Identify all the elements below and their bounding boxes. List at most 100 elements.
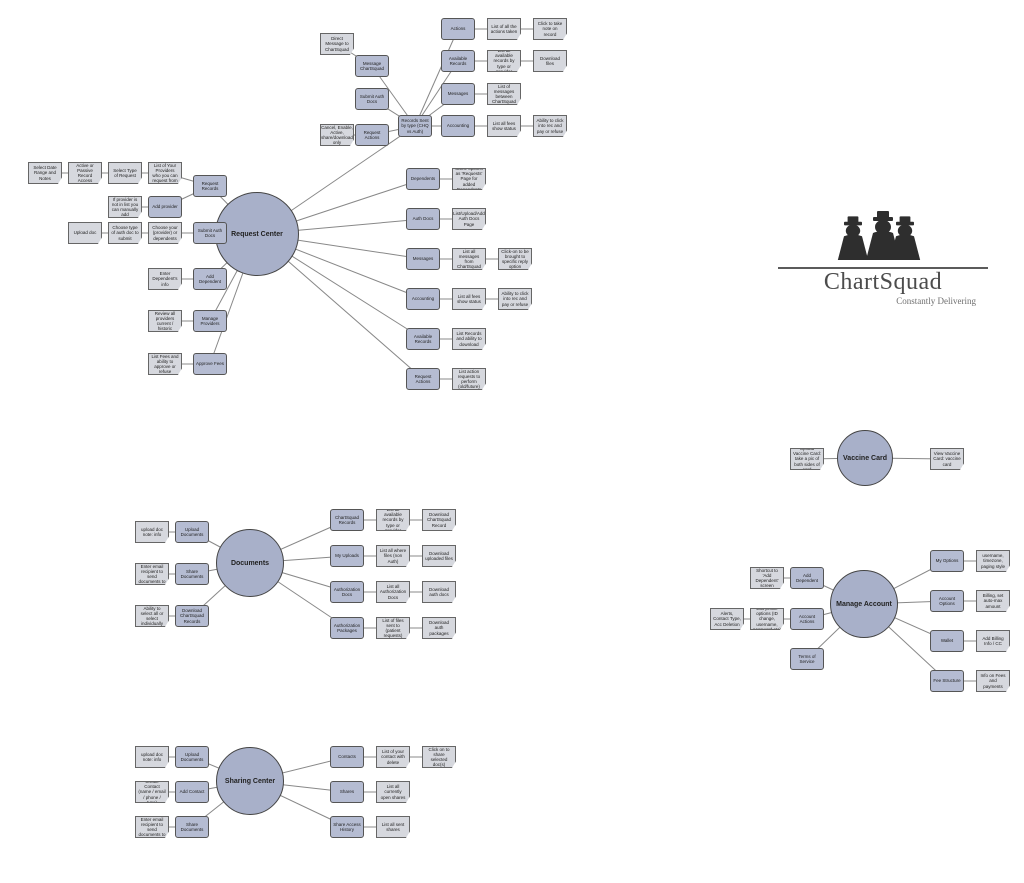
request-in-ri_submit_auth: Submit Auth Docs [193, 222, 227, 244]
hub-sharing: Sharing Center [216, 747, 284, 815]
sharing-out-so_shares-desc: List all currently open shares [376, 781, 410, 803]
sharing-out-so_shares: Shares [330, 781, 364, 803]
documents-out-do_uploads: My Uploads [330, 545, 364, 567]
sharing-in-si_share: Share Documents [175, 816, 209, 838]
request-in-ri_request_records: Request Records [193, 175, 227, 197]
request-sorted-child-rr_messages: Messages [441, 83, 475, 105]
request-out-rb_messages: Messages [406, 248, 440, 270]
request-sorted-child-rr_avail-extra: Download files [533, 50, 567, 72]
vaccine-upload: Upload Vaccine Card: take a pic of both … [790, 448, 824, 470]
request-in-ri_add_dependent: Add Dependent [193, 268, 227, 290]
documents-out-do_chtsq: ChartSquad Records [330, 509, 364, 531]
documents-out-do_uploads-desc: List all where files (non Auth) [376, 545, 410, 567]
hub-request: Request Center [215, 192, 299, 276]
request-sorted-note-rr_req_actions: Request Actions [355, 124, 389, 146]
request-sorted-note-rr_submit_auth: Submit Auth Docs [355, 88, 389, 110]
documents-out-do_uploads-extra: Download uploaded files [422, 545, 456, 567]
request-sorted-child-rr_accounting: Accounting [441, 115, 475, 137]
documents-in-di_upload: Upload Documents [175, 521, 209, 543]
sharing-in-note-sin_share: Enter email recipient to send documents … [135, 816, 169, 838]
request-sorted-child-rr_actions: Actions [441, 18, 475, 40]
request-note-rn_list_fees: List Fees and ability to approve or refu… [148, 353, 182, 375]
request-out-rb_authdocs: Auth Docs [406, 208, 440, 230]
request-out-rb_messages-desc: List all messages from ChartSquad [452, 248, 486, 270]
request-note-rn_add_prov_b: Add provider [148, 196, 182, 218]
documents-out-do_authdocs: Authorization Docs [330, 581, 364, 603]
documents-in-di_download: Download ChartSquad Records [175, 605, 209, 627]
documents-out-do_chtsq-extra: Download ChartSquad Record [422, 509, 456, 531]
sharing-in-note-sin_contact: Create Contact (name / email / phone / t… [135, 781, 169, 803]
request-note-rn_list_prov: List of Your Providers who you can reque… [148, 162, 182, 184]
request-note-rn_choose_type: Choose type of auth doc to submit [108, 222, 142, 244]
request-out-rb_available: Available Records [406, 328, 440, 350]
manage-out-mo_options: My Options [930, 550, 964, 572]
sharing-in-note-sin_upload: upload doc note: info [135, 746, 169, 768]
manage-out-mo_fees: Fee Structure [930, 670, 964, 692]
documents-out-do_authdocs-extra: Download auth docs [422, 581, 456, 603]
manage-in-note-min_acct: Edit profile options (ID change, usernam… [750, 608, 784, 630]
hub-vaccine: Vaccine Card [837, 430, 893, 486]
request-note-rn_if_prov: If provider is not in list you can manua… [108, 196, 142, 218]
request-note-rn_active_pass: Active or Passive Record Access [68, 162, 102, 184]
hub-documents: Documents [216, 529, 284, 597]
request-out-rb_reqactions: Request Actions [406, 368, 440, 390]
request-sorted-note-rr_direct_msg: Direct Message to ChartSquad [320, 33, 354, 55]
manage-in-mi_add_dep: Add Dependent [790, 567, 824, 589]
manage-in-mi_acct: Account Actions [790, 608, 824, 630]
vaccine-view: View Vaccine Card: vaccine card [930, 448, 964, 470]
documents-out-do_authpkg-desc: List of files sent to (patient requests) [376, 617, 410, 639]
request-out-rb_accounting-desc: List all fees show status [452, 288, 486, 310]
manage-out-mo_wallet: Wallet [930, 630, 964, 652]
request-sorted-child-rr_actions-extra: Click to take note on record [533, 18, 567, 40]
documents-out-do_authpkg: Authorization Packages [330, 617, 364, 639]
sharing-out-so_contacts-extra: Click on to share selected doc(s) [422, 746, 456, 768]
request-out-rb_authdocs-desc: List/Upload/Add Auth Docs Page [452, 208, 486, 230]
documents-out-do_chtsq-desc: List all available records by type or pr… [376, 509, 410, 531]
request-note-rn_choose_prov: Choose your (provider) or dependents [148, 222, 182, 244]
request-sorted-child-rr_avail-desc: List all available records by type or pr… [487, 50, 521, 72]
request-out-rb_messages-extra: Click-on to be brought to specific reply… [498, 248, 532, 270]
request-note-rn_date_range: Select Date Range and Notes [28, 162, 62, 184]
manage-in-note-min_acct2: Alerts, Contact Type, Acc Deletion [710, 608, 744, 630]
sharing-in-si_upload: Upload Documents [175, 746, 209, 768]
request-in-ri_manage_providers: Manage Providers [193, 310, 227, 332]
request-sorted-child-rr_actions-desc: List of all the actions taken [487, 18, 521, 40]
request-out-rb_dependents: Dependents [406, 168, 440, 190]
chartsquad-logo: ChartSquad Constantly Delivering [778, 205, 988, 306]
request-in-ri_approve_fees: Approve Fees [193, 353, 227, 375]
request-sorted-child-rr_accounting-desc: List all fees show status [487, 115, 521, 137]
documents-out-do_authpkg-extra: Download auth packages [422, 617, 456, 639]
request-sorted-child-rr_accounting-extra: Ability to click into rec and pay or ref… [533, 115, 567, 137]
manage-out-mo_fees-desc: Info on Fees and payments [976, 670, 1010, 692]
request-out-rb_available-desc: List Records and ability to download [452, 328, 486, 350]
hub-manage: Manage Account [830, 570, 898, 638]
documents-in-note-din_dl: Ability to select all or select individu… [135, 605, 169, 627]
request-out-rb_reqactions-desc: List action requests to perform (old/fut… [452, 368, 486, 390]
manage-in-mi_tos: Terms of Service [790, 648, 824, 670]
sharing-out-so_history-desc: List all sent shares [376, 816, 410, 838]
request-note-rn_select_type: Select Type of Request [108, 162, 142, 184]
request-sorted-note-rr_cancel: Cancel, Enable, Active, share/download o… [320, 124, 354, 146]
sharing-out-so_contacts: Contacts [330, 746, 364, 768]
documents-out-do_authdocs-desc: List all Authorization Docs [376, 581, 410, 603]
request-note-rn_upload_doc: Upload doc [68, 222, 102, 244]
request-note-rn_review_prov: Review all providers current / historic [148, 310, 182, 332]
manage-in-note-min_add: Shortcut to 'Add Dependent' screen [750, 567, 784, 589]
documents-in-di_share: Share Documents [175, 563, 209, 585]
request-out-rb_accounting: Accounting [406, 288, 440, 310]
manage-out-mo_acct-desc: Billing, set auto-max amount [976, 590, 1010, 612]
sharing-in-si_contact: Add Contact [175, 781, 209, 803]
documents-in-note-din_upload: upload doc note: info [135, 521, 169, 543]
request-sorted-child-rr_messages-desc: List of messages between ChartSquad [487, 83, 521, 105]
sharing-out-so_history: Share Access History [330, 816, 364, 838]
request-sorted-child-rr_avail: Available Records [441, 50, 475, 72]
sharing-out-so_contacts-desc: List of your contact with delete [376, 746, 410, 768]
request-out-rb_accounting-extra: Ability to click into rec and pay or ref… [498, 288, 532, 310]
request-out-rb_dependents-desc: Same options as 'Requests' Page for adde… [452, 168, 486, 190]
manage-out-mo_acct: Account Options [930, 590, 964, 612]
logo-name: ChartSquad [778, 269, 988, 296]
request-note-rn_enter_dep: Enter Dependent's info [148, 268, 182, 290]
logo-tagline: Constantly Delivering [778, 296, 988, 306]
request-sorted: Records Sent by type (CHQ vs Auth) [398, 115, 432, 137]
manage-out-mo_options-desc: username, timezone, paging style [976, 550, 1010, 572]
